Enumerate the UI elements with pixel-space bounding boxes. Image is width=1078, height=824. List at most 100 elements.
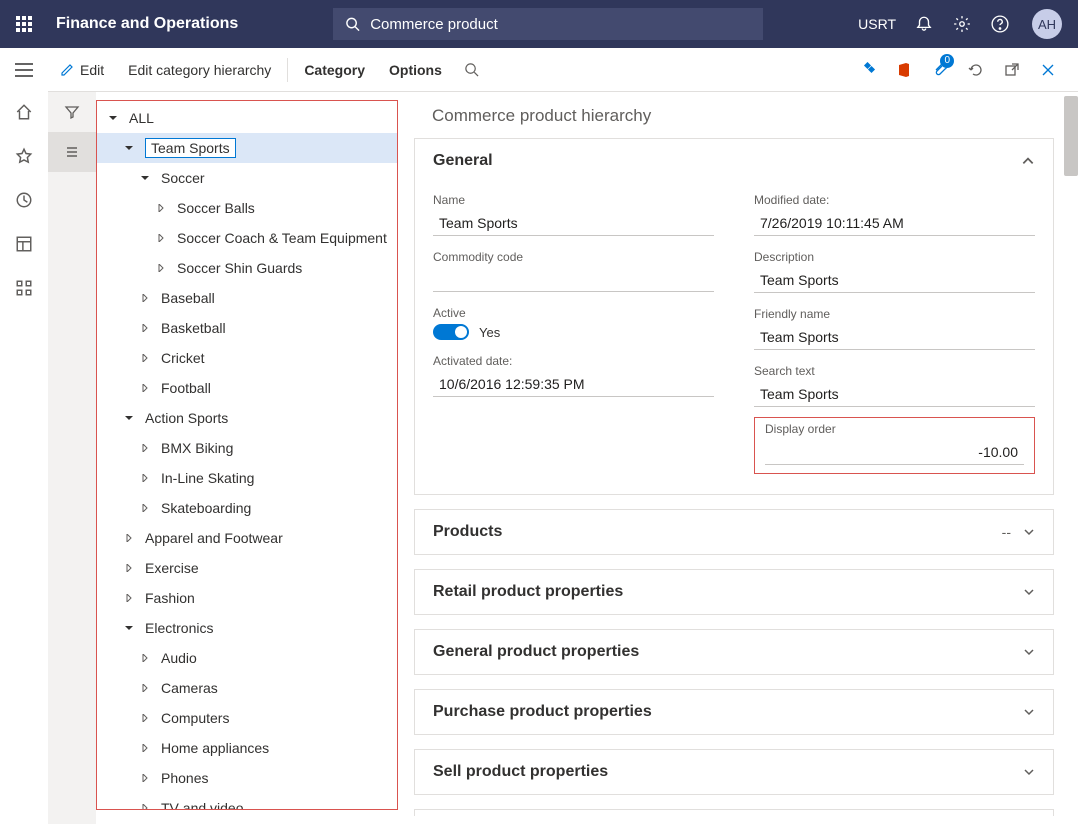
section-header[interactable]: General product properties [415,630,1053,674]
tree-node[interactable]: Phones [97,763,397,793]
options-tab[interactable]: Options [377,48,454,91]
commodity-field[interactable]: Commodity code [433,250,714,292]
tree-node[interactable]: Home appliances [97,733,397,763]
caret-down-icon[interactable] [123,622,135,634]
tree-node[interactable]: Soccer Balls [97,193,397,223]
caret-right-icon[interactable] [139,472,151,484]
tree-node[interactable]: ALL [97,103,397,133]
tree-node[interactable]: Fashion [97,583,397,613]
scrollbar[interactable] [1064,96,1078,176]
caret-right-icon[interactable] [139,742,151,754]
edit-button[interactable]: Edit [48,48,116,91]
section-header[interactable]: Sell product properties [415,750,1053,794]
caret-down-icon[interactable] [123,142,135,154]
tree-node[interactable]: Baseball [97,283,397,313]
find-button[interactable] [454,52,490,88]
tree-node[interactable]: Basketball [97,313,397,343]
modified-date-field[interactable]: Modified date: 7/26/2019 10:11:45 AM [754,193,1035,236]
general-section-header[interactable]: General [415,139,1053,183]
workspaces-icon[interactable] [12,232,36,256]
caret-right-icon[interactable] [139,772,151,784]
tree-node-label: Cameras [161,680,218,696]
modules-icon[interactable] [12,276,36,300]
search-input[interactable] [370,16,751,33]
office-button[interactable] [886,52,922,88]
friendly-name-field[interactable]: Friendly name Team Sports [754,307,1035,350]
tree-node[interactable]: Soccer [97,163,397,193]
refresh-button[interactable] [958,52,994,88]
name-field[interactable]: Name Team Sports [433,193,714,236]
home-icon[interactable] [12,100,36,124]
tree-node[interactable]: Team Sports [97,133,397,163]
caret-right-icon[interactable] [139,712,151,724]
avatar[interactable]: AH [1032,9,1062,39]
collapsed-section: Purchase product properties [414,689,1054,735]
section-header[interactable]: Manage inventory product properties [415,810,1053,816]
caret-right-icon[interactable] [139,652,151,664]
company-code[interactable]: USRT [858,16,896,32]
section-header[interactable]: Retail product properties [415,570,1053,614]
tree-node[interactable]: Audio [97,643,397,673]
display-order-field[interactable]: Display order -10.00 [765,422,1024,465]
description-field[interactable]: Description Team Sports [754,250,1035,293]
caret-right-icon[interactable] [155,202,167,214]
tree-node[interactable]: Computers [97,703,397,733]
tree-node[interactable]: TV and video [97,793,397,810]
panel-toolbar [48,92,96,824]
help-icon[interactable] [990,14,1010,34]
search-icon [345,16,360,32]
category-tab[interactable]: Category [292,48,377,91]
link-button[interactable] [850,52,886,88]
section-header[interactable]: Products-- [415,510,1053,554]
active-toggle[interactable] [433,324,469,340]
edit-hierarchy-button[interactable]: Edit category hierarchy [116,48,283,91]
caret-right-icon[interactable] [139,292,151,304]
caret-right-icon[interactable] [139,382,151,394]
search-text-field[interactable]: Search text Team Sports [754,364,1035,407]
tree-node[interactable]: Action Sports [97,403,397,433]
caret-right-icon[interactable] [139,682,151,694]
tree-node[interactable]: Electronics [97,613,397,643]
nav-hamburger-icon[interactable] [0,48,48,92]
tree-node[interactable]: BMX Biking [97,433,397,463]
tree-node[interactable]: Soccer Shin Guards [97,253,397,283]
caret-right-icon[interactable] [155,262,167,274]
gear-icon[interactable] [952,14,972,34]
caret-right-icon[interactable] [139,442,151,454]
tree-node[interactable]: Exercise [97,553,397,583]
attachments-button[interactable]: 0 [922,52,958,88]
caret-right-icon[interactable] [123,562,135,574]
caret-right-icon[interactable] [139,502,151,514]
tree-node[interactable]: Cricket [97,343,397,373]
caret-right-icon[interactable] [139,802,151,810]
caret-right-icon[interactable] [123,592,135,604]
category-tree[interactable]: ALLTeam SportsSoccerSoccer BallsSoccer C… [96,100,398,810]
caret-right-icon[interactable] [139,352,151,364]
tree-node[interactable]: Apparel and Footwear [97,523,397,553]
caret-down-icon[interactable] [139,172,151,184]
section-header[interactable]: Purchase product properties [415,690,1053,734]
tree-node[interactable]: Soccer Coach & Team Equipment [97,223,397,253]
tree-node[interactable]: Skateboarding [97,493,397,523]
caret-down-icon[interactable] [107,112,119,124]
tree-node[interactable]: Football [97,373,397,403]
list-icon[interactable] [48,132,96,172]
tree-node-label: Baseball [161,290,215,306]
popout-button[interactable] [994,52,1030,88]
recent-icon[interactable] [12,188,36,212]
search-bar[interactable] [333,8,763,40]
tree-node[interactable]: In-Line Skating [97,463,397,493]
tree-node[interactable]: Cameras [97,673,397,703]
close-button[interactable] [1030,52,1066,88]
filter-icon[interactable] [48,92,96,132]
caret-down-icon[interactable] [123,412,135,424]
bell-icon[interactable] [914,14,934,34]
tree-node-label: Skateboarding [161,500,251,516]
caret-right-icon[interactable] [123,532,135,544]
caret-right-icon[interactable] [155,232,167,244]
favorites-icon[interactable] [12,144,36,168]
waffle-icon[interactable] [8,8,40,40]
activated-date-field[interactable]: Activated date: 10/6/2016 12:59:35 PM [433,354,714,397]
caret-right-icon[interactable] [139,322,151,334]
tree-node-label: Basketball [161,320,226,336]
